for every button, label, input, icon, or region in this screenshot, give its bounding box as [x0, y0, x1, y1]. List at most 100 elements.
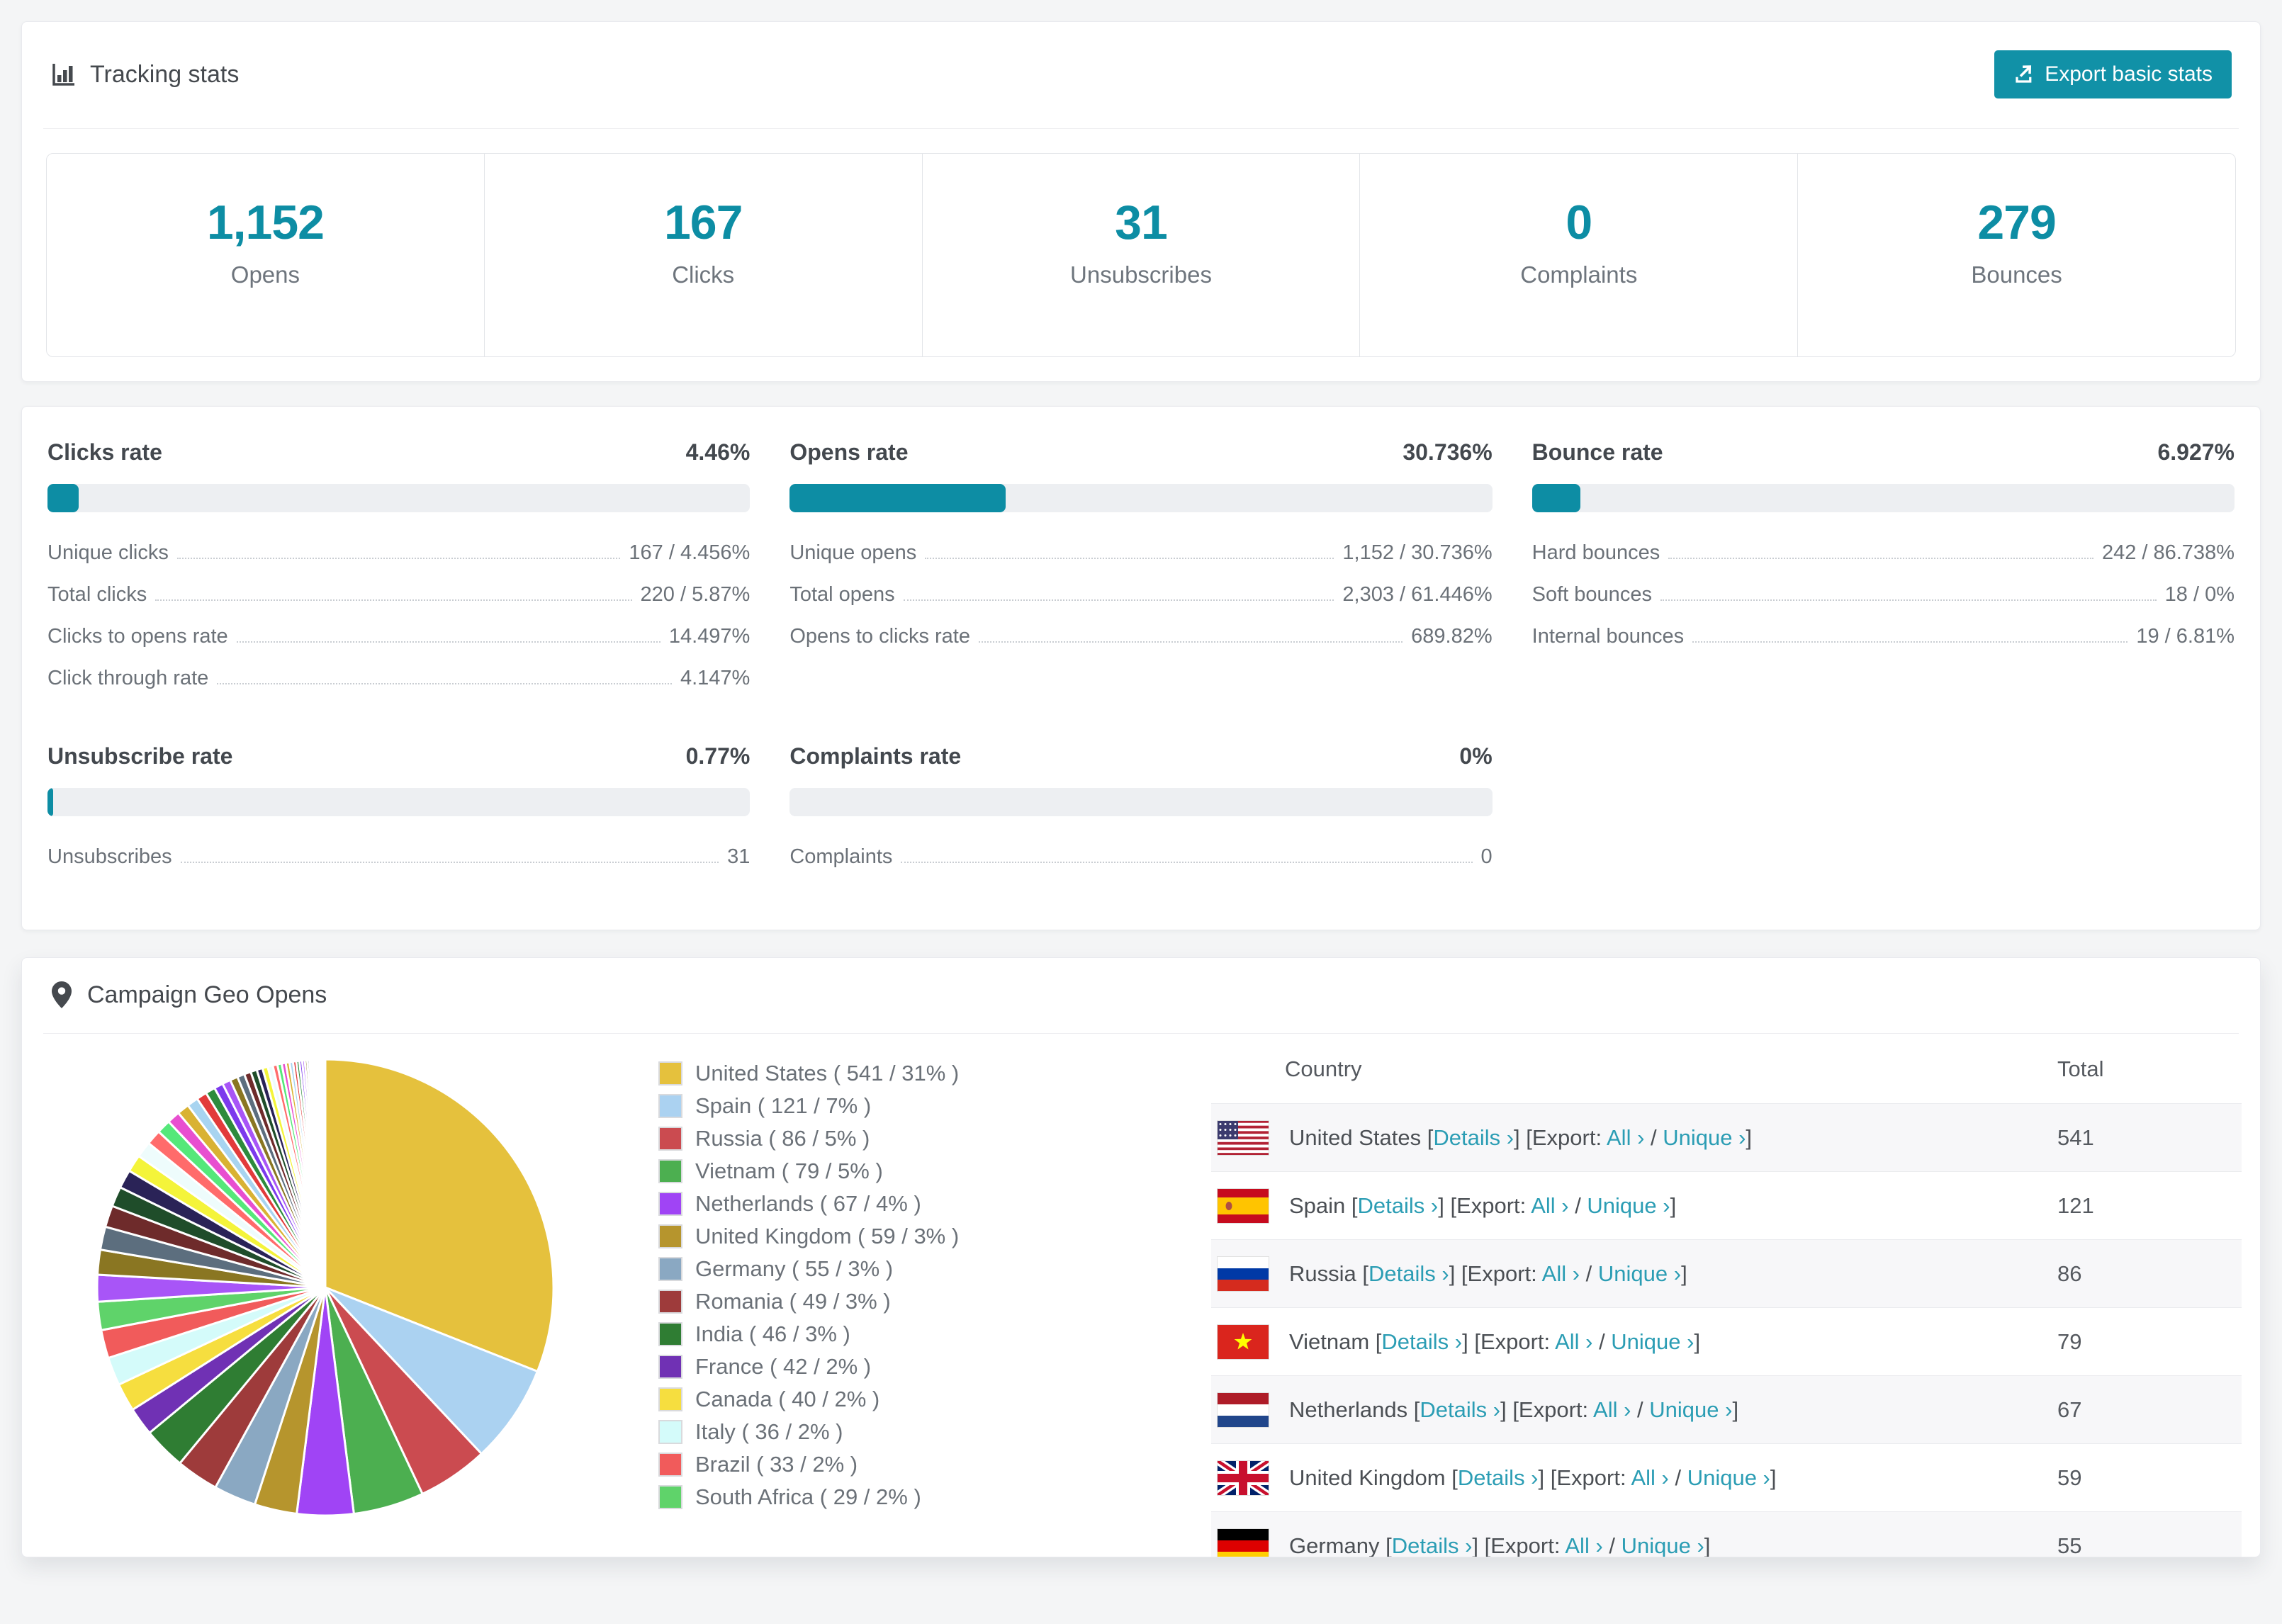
clicks-rate-progressbar [47, 484, 751, 512]
legend-label: Vietnam ( 79 / 5% ) [695, 1158, 883, 1183]
export-unique-link[interactable]: Unique › [1598, 1261, 1681, 1286]
dotted-leader [978, 641, 1403, 643]
dotted-leader [1668, 558, 2093, 559]
details-link[interactable]: Details › [1458, 1465, 1539, 1490]
rate-detail-row: Internal bounces 19 / 6.81% [1532, 616, 2235, 658]
page-title: Tracking stats [90, 60, 240, 88]
complaints-label: Complaints [1520, 261, 1638, 288]
dashboard-page: Tracking stats Export basic stats 1,152 … [0, 0, 2282, 1557]
bracket: / [1580, 1261, 1598, 1286]
country-cell: United States [Details ›] [Export: All ›… [1289, 1125, 1752, 1151]
details-link[interactable]: Details › [1358, 1193, 1439, 1218]
country-total: 121 [2057, 1192, 2094, 1218]
stats-summary-strip: 1,152 Opens 167 Clicks 31 Unsubscribes 0… [46, 153, 2236, 357]
legend-swatch [658, 1127, 682, 1151]
details-link[interactable]: Details › [1381, 1329, 1462, 1354]
dotted-leader [236, 641, 661, 643]
geo-table-row: United Kingdom [Details ›] [Export: All … [1211, 1443, 2242, 1511]
export-unique-link[interactable]: Unique › [1611, 1329, 1694, 1354]
export-all-link[interactable]: All › [1593, 1397, 1631, 1422]
legend-swatch [658, 1322, 682, 1346]
unsubscribe-rate-block: Unsubscribe rate 0.77% Unsubscribes 31 [47, 743, 751, 878]
export-all-link[interactable]: All › [1542, 1261, 1580, 1286]
country-total: 79 [2057, 1329, 2082, 1354]
details-link[interactable]: Details › [1420, 1397, 1500, 1422]
legend-swatch [658, 1257, 682, 1281]
clicks-count: 167 [663, 196, 743, 249]
legend-label: France ( 42 / 2% ) [695, 1354, 872, 1379]
campaign-geo-opens-card: Campaign Geo Opens United States ( 541 /… [21, 957, 2261, 1557]
legend-item: France ( 42 / 2% ) [658, 1354, 1041, 1380]
bracket: / [1568, 1192, 1587, 1218]
rate-detail-label: Internal bounces [1531, 625, 1685, 648]
rate-detail-row: Total opens 2,303 / 61.446% [789, 574, 1492, 616]
rate-detail-value: 0 [1480, 845, 1493, 868]
country-cell: United Kingdom [Details ›] [Export: All … [1289, 1465, 1777, 1491]
legend-item: United Kingdom ( 59 / 3% ) [658, 1224, 1041, 1249]
export-unique-link[interactable]: Unique › [1621, 1533, 1704, 1557]
legend-item: Romania ( 49 / 3% ) [658, 1289, 1041, 1314]
export-all-link[interactable]: All › [1565, 1533, 1602, 1557]
bracket: ] [1670, 1192, 1677, 1218]
details-link[interactable]: Details › [1392, 1533, 1473, 1557]
legend-label: Romania ( 49 / 3% ) [695, 1289, 891, 1314]
legend-swatch [658, 1192, 682, 1216]
export-all-link[interactable]: All › [1555, 1329, 1592, 1354]
export-basic-stats-button[interactable]: Export basic stats [1994, 50, 2232, 98]
country-name: Germany [1289, 1533, 1380, 1557]
geo-opens-pie-chart [77, 1038, 573, 1557]
rate-detail-label: Opens to clicks rate [789, 625, 970, 648]
legend-item: Russia ( 86 / 5% ) [658, 1126, 1041, 1151]
export-all-link[interactable]: All › [1531, 1193, 1568, 1218]
export-all-link[interactable]: All › [1607, 1125, 1644, 1150]
bracket: [ [1369, 1329, 1382, 1354]
legend-item: Canada ( 40 / 2% ) [658, 1387, 1041, 1412]
geo-table-row: Germany [Details ›] [Export: All › / Uni… [1211, 1511, 2242, 1557]
bounce-rate-block: Bounce rate 6.927% Hard bounces 242 / 86.… [1531, 439, 2235, 699]
details-link[interactable]: Details › [1433, 1125, 1514, 1150]
legend-label: Spain ( 121 / 7% ) [695, 1093, 872, 1118]
us-flag-icon [1217, 1120, 1269, 1156]
dotted-leader [1692, 641, 2128, 643]
tracking-stats-body: 1,152 Opens 167 Clicks 31 Unsubscribes 0… [22, 129, 2260, 381]
bracket: ] [Export: [1514, 1124, 1607, 1150]
country-total: 86 [2057, 1261, 2082, 1286]
legend-label: Canada ( 40 / 2% ) [695, 1387, 880, 1411]
export-unique-link[interactable]: Unique › [1687, 1465, 1770, 1490]
unsubscribes-label: Unsubscribes [1070, 261, 1212, 288]
country-cell: Spain [Details ›] [Export: All › / Uniqu… [1289, 1193, 1676, 1219]
vn-flag-icon [1217, 1324, 1269, 1360]
rate-detail-row: Soft bounces 18 / 0% [1532, 574, 2235, 616]
legend-swatch [658, 1290, 682, 1314]
legend-swatch [658, 1094, 682, 1118]
details-link[interactable]: Details › [1368, 1261, 1449, 1286]
country-column-header: Country [1285, 1056, 1362, 1081]
legend-swatch [658, 1420, 682, 1444]
country-total: 67 [2057, 1397, 2082, 1422]
bracket: ] [1704, 1533, 1711, 1557]
rate-detail-value: 18 / 0% [2164, 583, 2235, 606]
complaints-rate-rows: Complaints 0 [789, 836, 1492, 878]
legend-item: Spain ( 121 / 7% ) [658, 1093, 1041, 1119]
legend-label: Netherlands ( 67 / 4% ) [695, 1191, 921, 1216]
export-unique-link[interactable]: Unique › [1587, 1193, 1670, 1218]
legend-swatch [658, 1355, 682, 1379]
bracket: [ [1356, 1261, 1368, 1286]
dotted-leader [903, 599, 1334, 601]
geo-opens-body: United States ( 541 / 31% ) Spain ( 121 /… [22, 1034, 2260, 1557]
ru-flag-icon [1217, 1256, 1269, 1292]
opens-rate-rows: Unique opens 1,152 / 30.736% Total opens 2,… [789, 532, 1492, 658]
geo-table-rows: United States [Details ›] [Export: All ›… [1211, 1103, 2242, 1557]
legend-label: Brazil ( 33 / 2% ) [695, 1452, 858, 1477]
dotted-leader [180, 862, 719, 863]
export-all-link[interactable]: All › [1631, 1465, 1668, 1490]
export-unique-link[interactable]: Unique › [1649, 1397, 1732, 1422]
rates-grid: Clicks rate 4.46% Unique clicks 167 / 4.4… [22, 407, 2260, 910]
country-cell: Germany [Details ›] [Export: All › / Uni… [1289, 1533, 1711, 1557]
geo-opens-table: Country Total United States [Details ›] … [1211, 1038, 2242, 1557]
bracket: ] [Export: [1462, 1329, 1556, 1354]
opens-count: 1,152 [206, 196, 325, 249]
dotted-leader [925, 558, 1334, 559]
legend-label: South Africa ( 29 / 2% ) [695, 1484, 921, 1509]
export-unique-link[interactable]: Unique › [1663, 1125, 1746, 1150]
